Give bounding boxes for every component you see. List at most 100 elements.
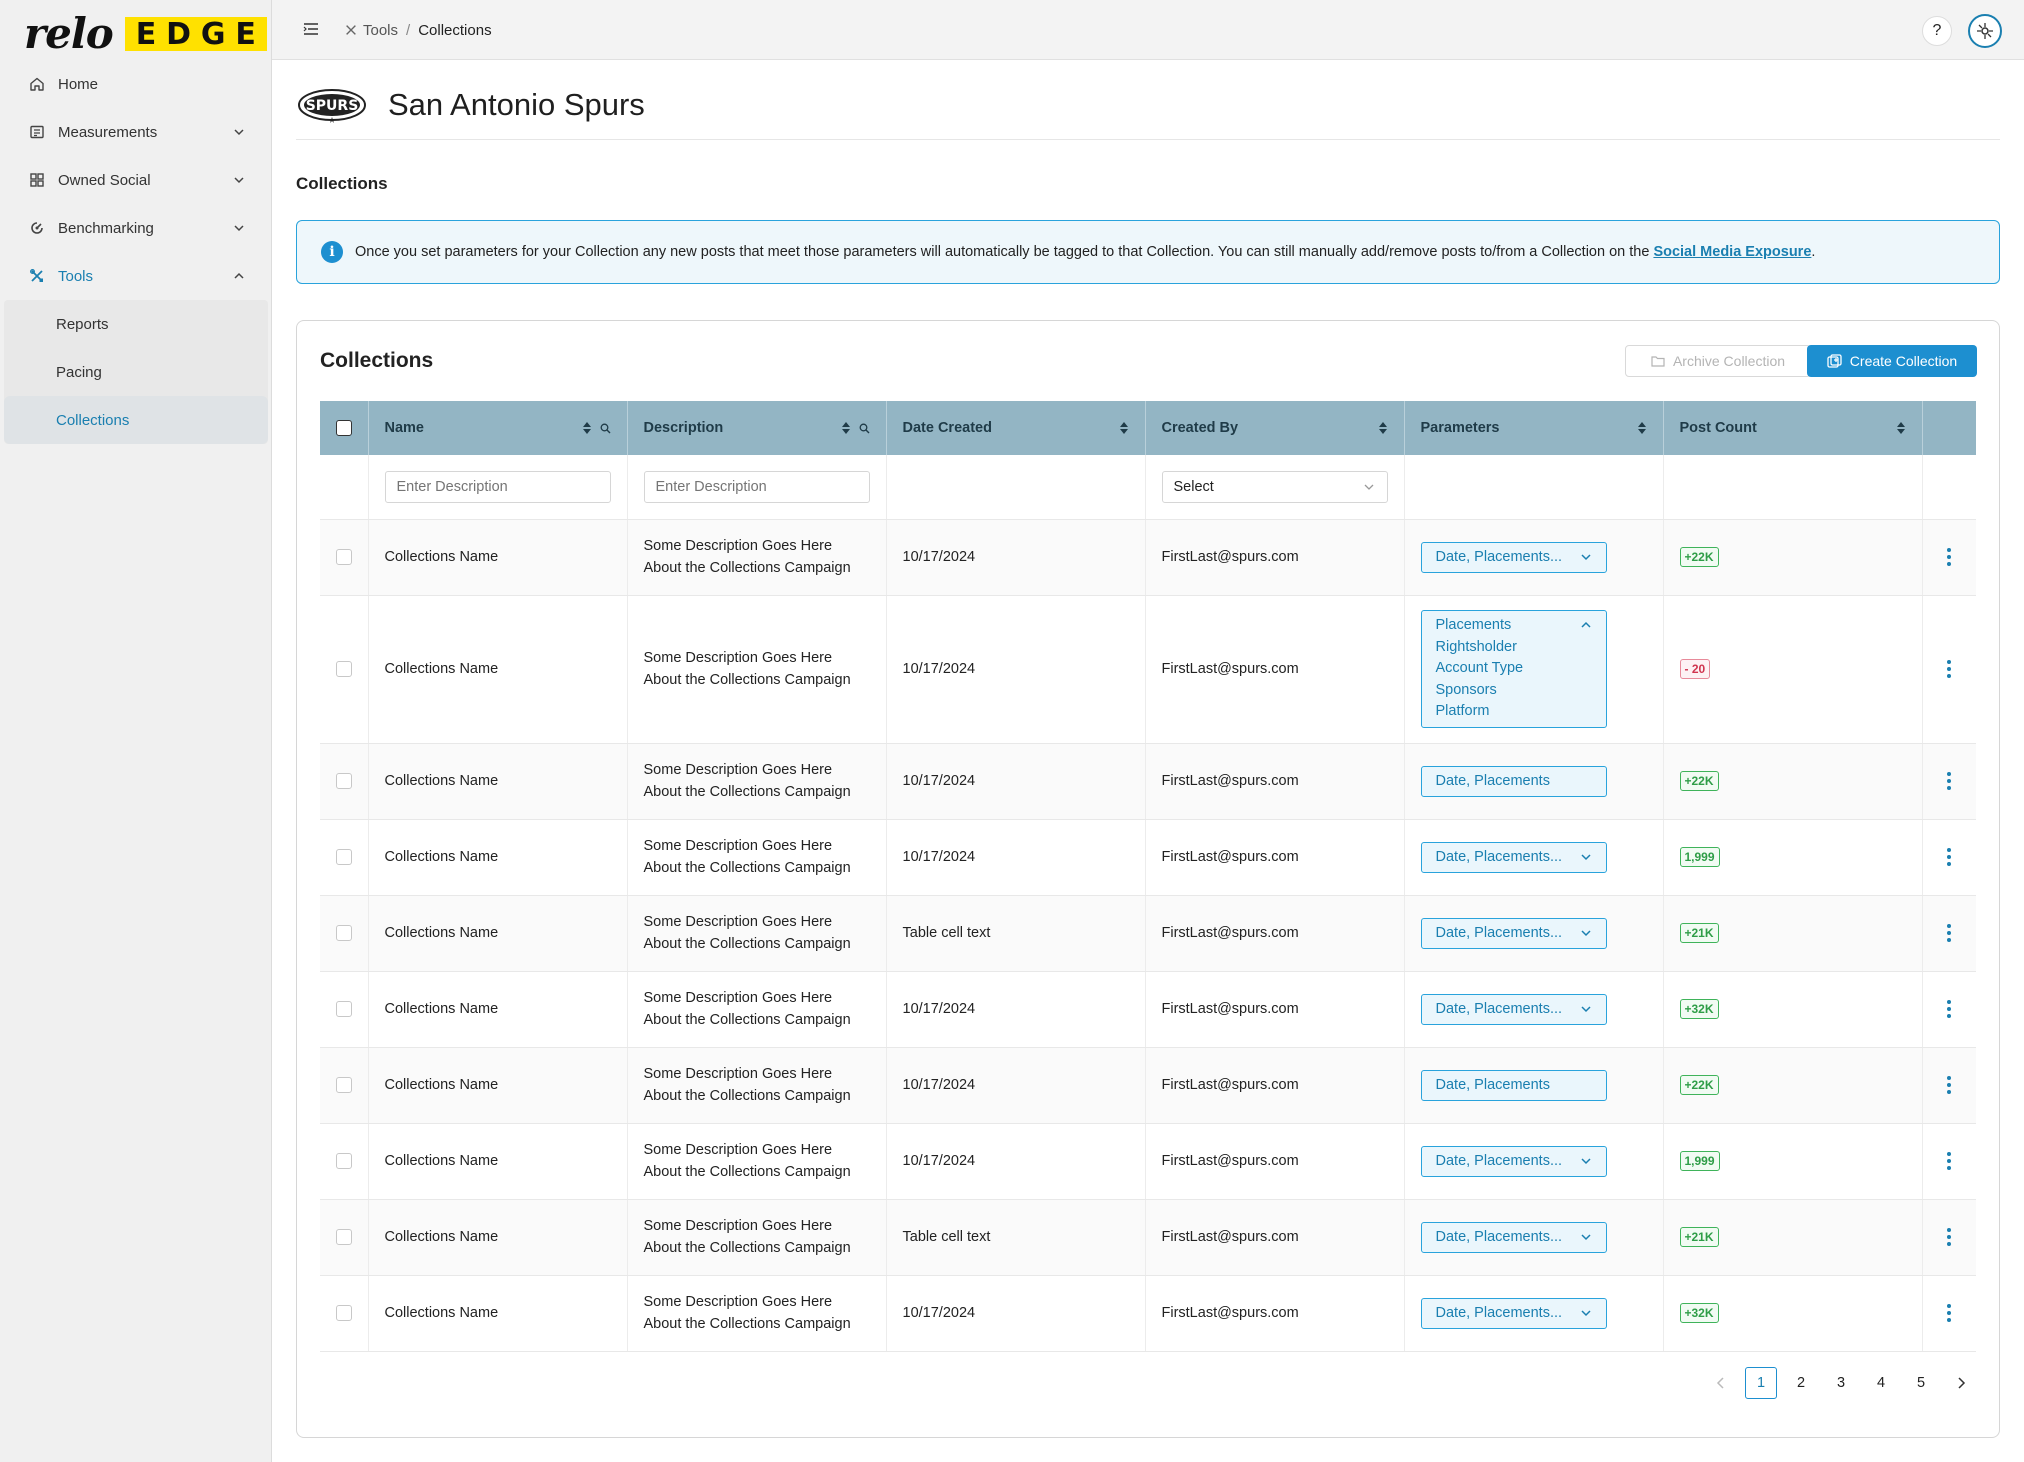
page-button[interactable]: 2 [1785, 1367, 1817, 1399]
more-options-icon[interactable] [1923, 660, 1977, 678]
archive-collection-button[interactable]: Archive Collection [1625, 345, 1811, 377]
parameters-dropdown-open[interactable]: Placements Rightsholder Account Type Sponso… [1420, 610, 1607, 728]
parameter-option[interactable]: Sponsors [1436, 680, 1592, 702]
column-header-name[interactable]: Name [368, 401, 628, 455]
row-checkbox[interactable] [335, 1077, 352, 1093]
search-icon[interactable] [600, 423, 611, 434]
created-by-cell[interactable]: FirstLast@spurs.com [1145, 1047, 1405, 1124]
sidebar-subitem-collections[interactable]: Collections [4, 396, 268, 444]
sort-icon[interactable] [1637, 421, 1647, 435]
parameters-dropdown[interactable]: Date, Placements... [1420, 841, 1607, 873]
created-by-cell[interactable]: FirstLast@spurs.com [1145, 1199, 1405, 1276]
table-row[interactable]: Collections Name Some Description Goes He… [320, 595, 1977, 744]
more-options-icon[interactable] [1923, 1076, 1977, 1094]
table-row[interactable]: Collections Name Some Description Goes He… [320, 971, 1977, 1048]
more-options-icon[interactable] [1923, 772, 1977, 790]
parameter-option[interactable]: Placements [1436, 615, 1592, 637]
parameters-dropdown[interactable]: Date, Placements... [1420, 917, 1607, 949]
sidebar-subitem-pacing[interactable]: Pacing [4, 348, 268, 396]
created-by-cell[interactable]: FirstLast@spurs.com [1145, 1275, 1405, 1352]
table-row[interactable]: Collections Name Some Description Goes He… [320, 1123, 1977, 1200]
more-options-icon[interactable] [1923, 1152, 1977, 1170]
parameters-dropdown[interactable]: Date, Placements... [1420, 1297, 1607, 1329]
table-row[interactable]: Collections Name Some Description Goes He… [320, 743, 1977, 820]
parameters-dropdown[interactable]: Date, Placements [1420, 1069, 1607, 1101]
row-checkbox[interactable] [335, 661, 352, 677]
social-media-exposure-link[interactable]: Social Media Exposure [1653, 244, 1811, 260]
table-row[interactable]: Collections Name Some Description Goes He… [320, 819, 1977, 896]
row-checkbox[interactable] [335, 1153, 352, 1169]
column-header-parameters[interactable]: Parameters [1404, 401, 1664, 455]
page-button[interactable]: 1 [1745, 1367, 1777, 1399]
parameters-value: Date, Placements [1435, 1077, 1550, 1093]
more-options-icon[interactable] [1923, 848, 1977, 866]
column-header-post-count[interactable]: Post Count [1663, 401, 1923, 455]
sidebar-subitem-reports[interactable]: Reports [4, 300, 268, 348]
table-row[interactable]: Collections Name Some Description Goes He… [320, 1047, 1977, 1124]
parameters-dropdown[interactable]: Date, Placements [1420, 765, 1607, 797]
column-header-created-by[interactable]: Created By [1145, 401, 1405, 455]
row-checkbox[interactable] [335, 549, 352, 565]
more-options-icon[interactable] [1923, 924, 1977, 942]
create-collection-button[interactable]: Create Collection [1807, 345, 1977, 377]
page-button[interactable]: 4 [1865, 1367, 1897, 1399]
parameter-option[interactable]: Account Type [1436, 658, 1592, 680]
sidebar-item-tools[interactable]: Tools [0, 252, 272, 300]
breadcrumb-tools-link[interactable]: Tools [363, 22, 398, 39]
created-by-cell[interactable]: FirstLast@spurs.com [1145, 971, 1405, 1048]
table-row[interactable]: Collections Name Some Description Goes He… [320, 895, 1977, 972]
menu-icon[interactable] [302, 20, 320, 38]
more-options-icon[interactable] [1923, 1000, 1977, 1018]
row-checkbox[interactable] [335, 1229, 352, 1245]
created-by-cell[interactable]: FirstLast@spurs.com [1145, 743, 1405, 820]
table-row[interactable]: Collections Name Some Description Goes He… [320, 1199, 1977, 1276]
sidebar-item-benchmarking[interactable]: Benchmarking [0, 204, 272, 252]
created-by-select[interactable]: Select [1161, 470, 1388, 503]
sort-icon[interactable] [582, 421, 592, 435]
created-by-cell[interactable]: FirstLast@spurs.com [1145, 895, 1405, 972]
created-by-cell[interactable]: FirstLast@spurs.com [1145, 1123, 1405, 1200]
sidebar-item-home[interactable]: Home [0, 60, 272, 108]
prev-page-button[interactable] [1705, 1367, 1737, 1399]
row-checkbox[interactable] [335, 1305, 352, 1321]
help-button[interactable]: ? [1922, 16, 1952, 46]
description-filter-input[interactable] [643, 470, 870, 503]
column-header-description[interactable]: Description [627, 401, 887, 455]
table-row[interactable]: Collections Name Some Description Goes He… [320, 1275, 1977, 1352]
search-icon[interactable] [859, 423, 870, 434]
select-all-checkbox[interactable] [335, 420, 352, 436]
sort-icon[interactable] [1119, 421, 1129, 435]
date-created-cell: Table cell text [886, 1199, 1146, 1276]
row-checkbox[interactable] [335, 849, 352, 865]
created-by-cell[interactable]: FirstLast@spurs.com [1145, 595, 1405, 744]
parameters-dropdown[interactable]: Date, Placements... [1420, 541, 1607, 573]
more-options-icon[interactable] [1923, 1228, 1977, 1246]
row-checkbox[interactable] [335, 773, 352, 789]
info-banner: i Once you set parameters for your Colle… [296, 220, 2000, 284]
sidebar-item-owned-social[interactable]: Owned Social [0, 156, 272, 204]
row-checkbox[interactable] [335, 1001, 352, 1017]
sort-icon[interactable] [1378, 421, 1388, 435]
more-options-icon[interactable] [1923, 548, 1977, 566]
parameter-option[interactable]: Platform [1436, 701, 1592, 723]
page-button[interactable]: 5 [1905, 1367, 1937, 1399]
relo-edge-logo[interactable]: relo E D G E [24, 13, 267, 55]
sort-icon[interactable] [841, 421, 851, 435]
more-options-icon[interactable] [1923, 1304, 1977, 1322]
column-header-date-created[interactable]: Date Created [886, 401, 1146, 455]
page-button[interactable]: 3 [1825, 1367, 1857, 1399]
parameter-option[interactable]: Rightsholder [1436, 637, 1592, 659]
sort-icon[interactable] [1896, 421, 1906, 435]
sidebar-item-measurements[interactable]: Measurements [0, 108, 272, 156]
created-by-cell[interactable]: FirstLast@spurs.com [1145, 819, 1405, 896]
table-row[interactable]: Collections Name Some Description Goes He… [320, 519, 1977, 596]
description-cell: Some Description Goes Here About the Coll… [627, 1199, 887, 1276]
next-page-button[interactable] [1945, 1367, 1977, 1399]
avatar[interactable] [1968, 14, 2002, 48]
created-by-cell[interactable]: FirstLast@spurs.com [1145, 519, 1405, 596]
parameters-dropdown[interactable]: Date, Placements... [1420, 1145, 1607, 1177]
name-filter-input[interactable] [384, 470, 611, 503]
row-checkbox[interactable] [335, 925, 352, 941]
parameters-dropdown[interactable]: Date, Placements... [1420, 993, 1607, 1025]
parameters-dropdown[interactable]: Date, Placements... [1420, 1221, 1607, 1253]
